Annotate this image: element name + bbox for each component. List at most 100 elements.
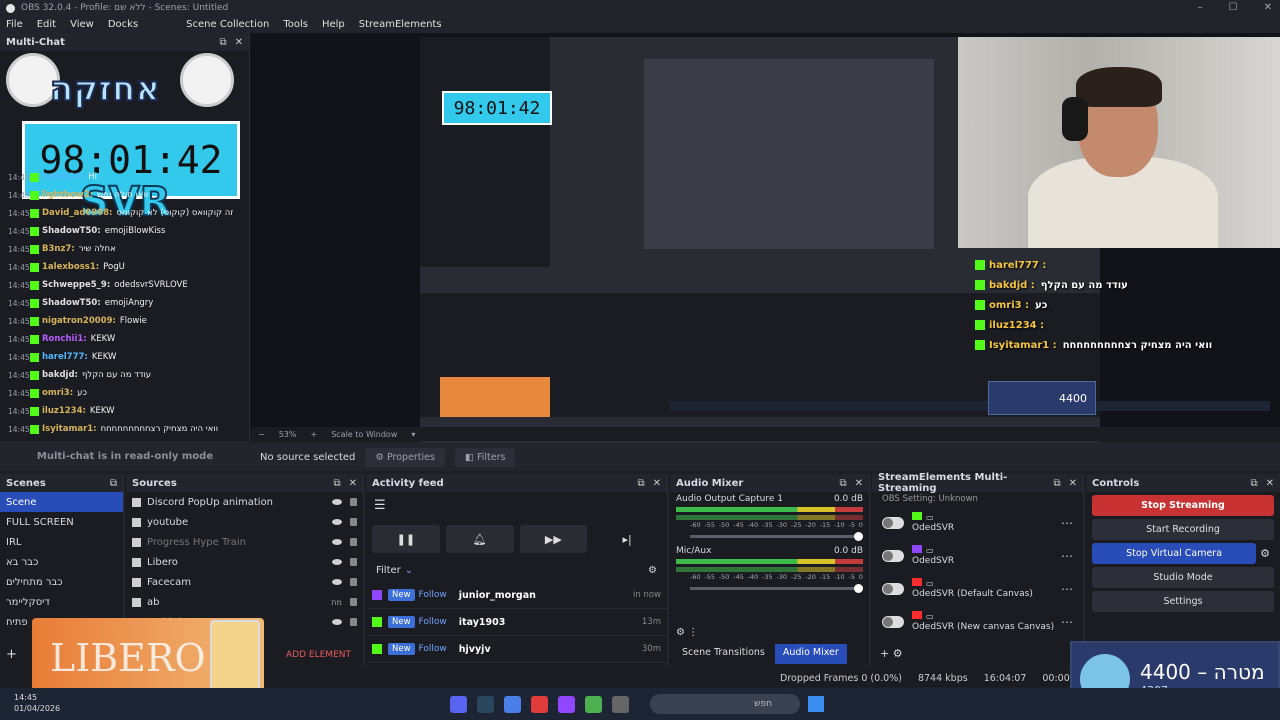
menu-streamelements[interactable]: StreamElements xyxy=(359,19,442,30)
source-item[interactable]: Facecam xyxy=(126,572,363,592)
lock-icon[interactable] xyxy=(350,498,357,506)
more-icon[interactable]: ⋯ xyxy=(1061,582,1073,596)
settings-button[interactable]: Settings xyxy=(1092,591,1274,612)
menu-tools[interactable]: Tools xyxy=(283,19,308,30)
menu-edit[interactable]: Edit xyxy=(37,19,56,30)
source-item[interactable]: Libero xyxy=(126,552,363,572)
source-item[interactable]: ab מת xyxy=(126,592,363,612)
scene-item[interactable]: Scene xyxy=(0,492,123,512)
stop-streaming-button[interactable]: Stop Streaming xyxy=(1092,495,1274,516)
eye-icon[interactable] xyxy=(332,559,342,565)
float-icon[interactable]: ⧉ xyxy=(333,478,340,489)
discord-icon[interactable] xyxy=(450,696,467,713)
close-icon[interactable]: ✕ xyxy=(1069,478,1077,489)
scene-item[interactable]: דיסקליימר xyxy=(0,592,123,612)
output-toggle[interactable] xyxy=(882,549,904,562)
pause-button[interactable]: ❚❚ xyxy=(372,525,440,553)
studio-mode-button[interactable]: Studio Mode xyxy=(1092,567,1274,588)
source-item[interactable]: Progress Hype Train xyxy=(126,532,363,552)
volume-slider[interactable] xyxy=(690,584,863,593)
float-icon[interactable]: ⧉ xyxy=(110,478,117,489)
eye-icon[interactable] xyxy=(332,619,342,625)
filters-button[interactable]: ◧ Filters xyxy=(454,447,516,467)
volume-slider[interactable] xyxy=(690,532,863,541)
eye-icon[interactable] xyxy=(332,519,342,525)
add-scene-icon[interactable]: + xyxy=(6,647,17,662)
output-toggle[interactable] xyxy=(882,582,904,595)
eye-icon[interactable] xyxy=(332,539,342,545)
properties-button[interactable]: ⚙ Properties xyxy=(365,447,445,467)
skip-end-button[interactable]: ▸| xyxy=(593,525,661,553)
float-icon[interactable]: ⧉ xyxy=(1250,478,1257,489)
menu-docks[interactable]: Docks xyxy=(108,19,138,30)
menu-help[interactable]: Help xyxy=(322,19,345,30)
slider-knob[interactable] xyxy=(854,532,863,541)
virtual-camera-gear-icon[interactable]: ⚙ xyxy=(1260,547,1270,560)
magnet-icon[interactable] xyxy=(531,696,548,713)
windows-start-icon[interactable] xyxy=(808,696,824,712)
lock-icon[interactable] xyxy=(350,518,357,526)
stop-virtual-camera-button[interactable]: Stop Virtual Camera xyxy=(1092,543,1257,564)
close-icon[interactable]: ✕ xyxy=(653,478,661,489)
scene-item[interactable]: FULL SCREEN xyxy=(0,512,123,532)
source-item[interactable]: youtube xyxy=(126,512,363,532)
taskbar-search[interactable]: חפש xyxy=(650,694,800,714)
scale-select[interactable]: Scale to Window xyxy=(331,430,397,439)
minimize-icon[interactable]: – xyxy=(1198,2,1203,13)
bell-button[interactable]: 🔔︎ xyxy=(445,525,514,553)
se-output-row[interactable]: ▭ OdedSVR ⋯ xyxy=(872,506,1083,539)
close-icon[interactable]: ✕ xyxy=(1266,478,1274,489)
close-icon[interactable]: ✕ xyxy=(235,37,243,48)
maximize-icon[interactable]: ☐ xyxy=(1229,2,1238,13)
mixer-gear-icon[interactable]: ⚙ ⋮ xyxy=(676,627,698,638)
lock-icon[interactable] xyxy=(350,558,357,566)
se-output-row[interactable]: ▭ OdedSVR ⋯ xyxy=(872,539,1083,572)
chevron-down-icon[interactable]: ▾ xyxy=(411,430,415,439)
lock-icon[interactable] xyxy=(350,538,357,546)
notes-icon[interactable] xyxy=(504,696,521,713)
window-icon[interactable] xyxy=(612,696,629,713)
float-icon[interactable]: ⧉ xyxy=(1053,478,1060,489)
eye-icon[interactable] xyxy=(332,499,342,505)
lock-icon[interactable] xyxy=(350,618,357,626)
tab-scene-transitions[interactable]: Scene Transitions xyxy=(674,644,773,664)
slider-knob[interactable] xyxy=(854,584,863,593)
more-icon[interactable]: ⋯ xyxy=(1061,516,1073,530)
se-output-row[interactable]: ▭ OdedSVR (Default Canvas) ⋯ xyxy=(872,572,1083,605)
feed-row[interactable]: New Follow itay1903 13m xyxy=(366,609,667,636)
float-icon[interactable]: ⧉ xyxy=(839,478,846,489)
hamburger-icon[interactable]: ☰ xyxy=(366,492,667,519)
close-icon[interactable]: ✕ xyxy=(1264,2,1272,13)
tab-audio-mixer[interactable]: Audio Mixer xyxy=(774,644,847,664)
filter-row[interactable]: Filter ⌄ ⚙ xyxy=(366,559,667,582)
float-icon[interactable]: ⧉ xyxy=(637,478,644,489)
close-icon[interactable]: ✕ xyxy=(855,478,863,489)
more-icon[interactable]: ⋯ xyxy=(1061,549,1073,563)
zoom-plus-icon[interactable]: + xyxy=(310,430,317,439)
feed-row[interactable]: New Follow hjvyjv 30m xyxy=(366,636,667,663)
output-toggle[interactable] xyxy=(882,516,904,529)
float-icon[interactable]: ⧉ xyxy=(219,37,226,48)
zoom-minus-icon[interactable]: − xyxy=(258,430,265,439)
menu-view[interactable]: View xyxy=(70,19,94,30)
skip-button[interactable]: ▶▶ xyxy=(519,525,588,553)
output-toggle[interactable] xyxy=(882,615,904,628)
se-output-row[interactable]: ▭ OdedSVR (New canvas Canvas) ⋯ xyxy=(872,605,1083,638)
twitch-icon[interactable] xyxy=(558,696,575,713)
scene-item[interactable]: IRL xyxy=(0,532,123,552)
lock-icon[interactable] xyxy=(350,578,357,586)
start-recording-button[interactable]: Start Recording xyxy=(1092,519,1274,540)
chrome-icon[interactable] xyxy=(585,696,602,713)
add-element-button[interactable]: ADD ELEMENT xyxy=(286,650,351,660)
menu-file[interactable]: File xyxy=(6,19,23,30)
gear-icon[interactable]: ⚙ xyxy=(648,565,657,576)
se-add-icon[interactable]: + ⚙ xyxy=(880,647,903,660)
more-icon[interactable]: ⋯ xyxy=(1061,615,1073,629)
feed-row[interactable]: New Follow junior_morgan in now xyxy=(366,582,667,609)
steam-icon[interactable] xyxy=(477,696,494,713)
scene-item[interactable]: כבר בא xyxy=(0,552,123,572)
source-item[interactable]: Discord PopUp animation xyxy=(126,492,363,512)
lock-icon[interactable] xyxy=(350,598,357,606)
close-icon[interactable]: ✕ xyxy=(349,478,357,489)
eye-icon[interactable] xyxy=(332,579,342,585)
